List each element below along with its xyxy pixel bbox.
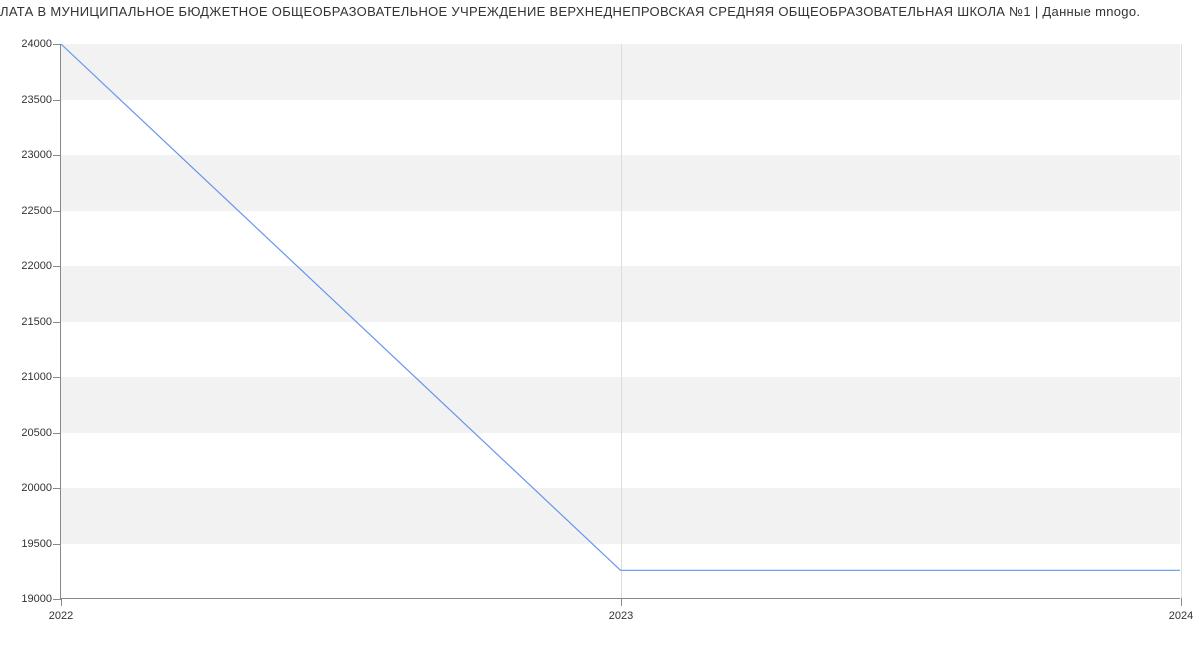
y-tick (53, 44, 61, 45)
x-tick (61, 598, 62, 606)
chart-title: ЛАТА В МУНИЦИПАЛЬНОЕ БЮДЖЕТНОЕ ОБЩЕОБРАЗ… (0, 0, 1200, 19)
plot-area: 202220232024 (60, 44, 1180, 599)
y-tick (53, 322, 61, 323)
y-axis-label: 23000 (21, 149, 52, 161)
chart-container: 202220232024 190001950020000205002100021… (0, 19, 1200, 639)
y-tick (53, 488, 61, 489)
data-series-line (61, 44, 1180, 570)
y-axis-label: 19000 (21, 593, 52, 605)
y-axis-label: 19500 (21, 538, 52, 550)
vertical-gridline (1181, 44, 1182, 598)
x-axis-label: 2022 (49, 610, 73, 622)
x-tick (621, 598, 622, 606)
line-layer (61, 44, 1180, 598)
x-tick (1181, 598, 1182, 606)
y-tick (53, 155, 61, 156)
y-axis-label: 20000 (21, 482, 52, 494)
y-tick (53, 211, 61, 212)
y-axis-label: 24000 (21, 38, 52, 50)
x-axis-label: 2023 (609, 610, 633, 622)
y-tick (53, 266, 61, 267)
y-axis-label: 21500 (21, 316, 52, 328)
y-axis-label: 23500 (21, 94, 52, 106)
y-tick (53, 100, 61, 101)
y-axis-label: 20500 (21, 427, 52, 439)
x-axis-label: 2024 (1169, 610, 1193, 622)
y-tick (53, 599, 61, 600)
y-tick (53, 433, 61, 434)
y-tick (53, 377, 61, 378)
y-axis-label: 21000 (21, 371, 52, 383)
y-axis-label: 22000 (21, 260, 52, 272)
y-tick (53, 544, 61, 545)
y-axis-label: 22500 (21, 205, 52, 217)
